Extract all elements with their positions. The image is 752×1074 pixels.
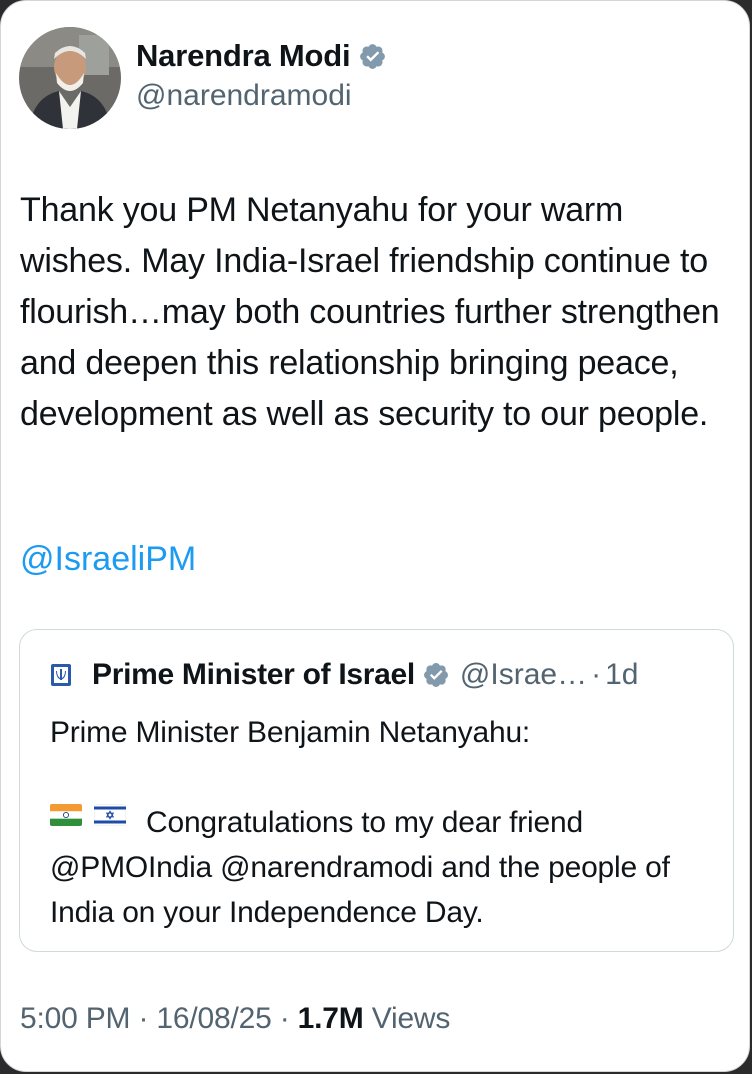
views-label[interactable]: Views [372,1002,451,1035]
quoted-timestamp[interactable]: 1d [605,658,638,692]
tweet-text: Thank you PM Netanyahu for your warm wis… [20,191,729,433]
views-count[interactable]: 1.7M [298,1002,364,1035]
author-name-row[interactable]: Narendra Modi [136,38,387,74]
tweet-footer: 5:00 PM · 16/08/25 · 1.7M Views [20,1002,450,1036]
mention-link[interactable]: @IsraeliPM [20,534,196,585]
tweet-time[interactable]: 5:00 PM [20,1002,131,1035]
tweet-card: Narendra Modi @narendramodi Thank you PM… [0,0,750,1072]
avatar[interactable] [19,27,121,129]
israel-emblem-icon [51,664,71,686]
quoted-tweet[interactable]: Prime Minister of Israel @Israe… · 1d Pr… [19,629,734,952]
quoted-text-line1: Prime Minister Benjamin Netanyahu: [50,716,531,749]
quoted-display-name[interactable]: Prime Minister of Israel [92,658,415,692]
separator-dot: · [279,1002,290,1035]
quoted-handle[interactable]: @Israe… [460,658,587,692]
author-display-name[interactable]: Narendra Modi [136,38,351,74]
verified-badge-icon [360,43,386,69]
verified-badge-icon [423,663,448,687]
separator-dot: · [138,1002,149,1035]
quoted-tweet-header: Prime Minister of Israel @Israe… · 1d [50,658,720,692]
author-handle[interactable]: @narendramodi [136,79,352,113]
quoted-text-line2: Congratulations to my dear friend @PMOIn… [50,806,678,929]
separator-dot: · [591,658,602,691]
tweet-date[interactable]: 16/08/25 [156,1002,271,1035]
